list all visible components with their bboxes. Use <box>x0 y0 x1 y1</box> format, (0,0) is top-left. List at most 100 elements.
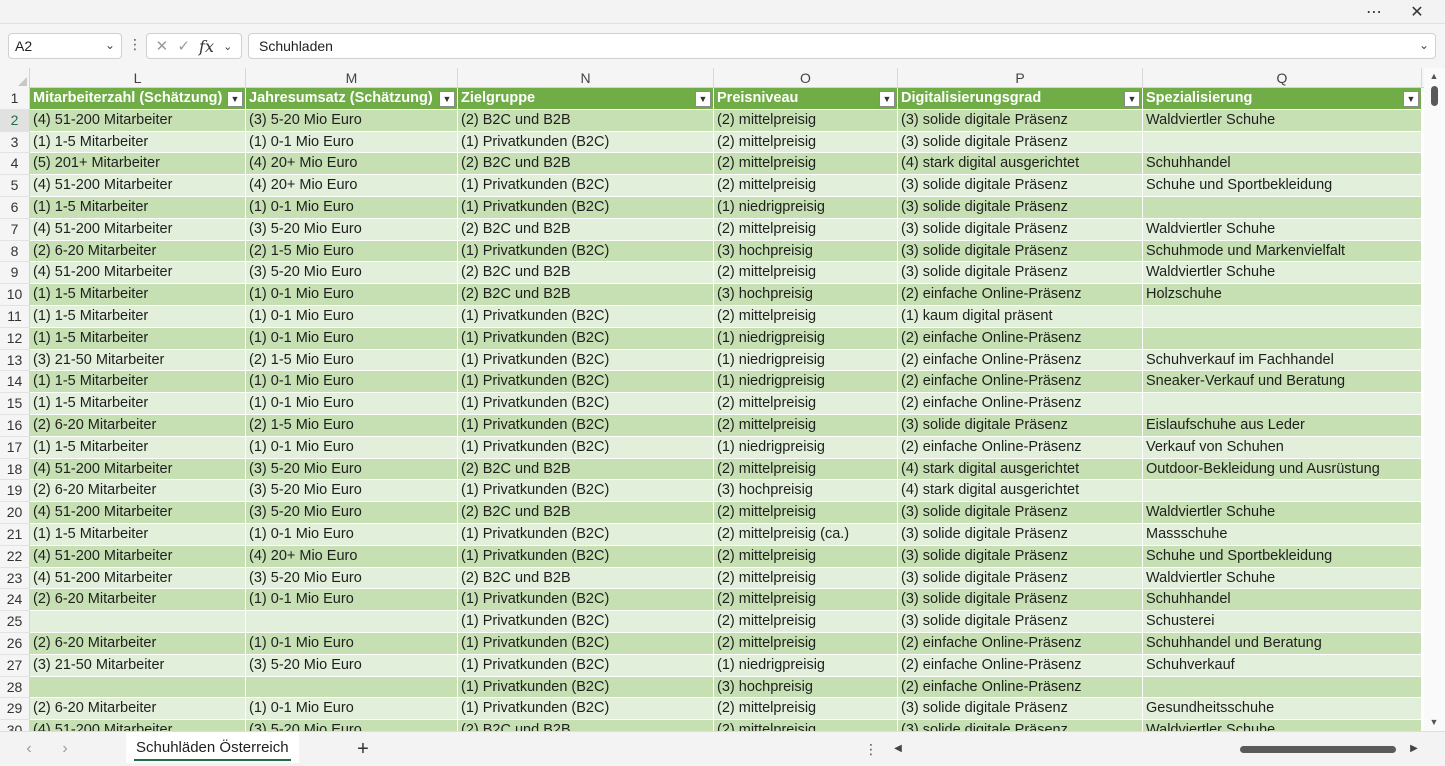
table-cell[interactable]: (1) 1-5 Mitarbeiter <box>30 523 246 546</box>
row-header[interactable]: 15 <box>0 393 30 415</box>
table-cell[interactable]: (1) Privatkunden (B2C) <box>458 327 714 350</box>
check-icon[interactable]: ✓ <box>177 37 190 55</box>
table-cell[interactable]: (1) Privatkunden (B2C) <box>458 196 714 219</box>
row-header[interactable]: 14 <box>0 371 30 394</box>
filter-dropdown-icon[interactable]: ▼ <box>227 91 243 107</box>
table-cell[interactable]: (1) 1-5 Mitarbeiter <box>30 327 246 350</box>
table-cell[interactable]: (2) einfache Online-Präsenz <box>898 654 1143 677</box>
sheet-tab-schuhlaeden-oesterreich[interactable]: Schuhläden Österreich <box>126 732 299 763</box>
table-cell[interactable]: (1) 0-1 Mio Euro <box>246 305 458 328</box>
scroll-down-icon[interactable]: ▼ <box>1428 716 1440 728</box>
filter-dropdown-icon[interactable]: ▼ <box>439 91 455 107</box>
table-cell[interactable]: (1) 0-1 Mio Euro <box>246 284 458 306</box>
table-cell[interactable]: (4) 20+ Mio Euro <box>246 153 458 176</box>
table-cell[interactable]: (2) mittelpreisig <box>714 175 898 197</box>
table-cell[interactable]: (2) B2C und B2B <box>458 720 714 731</box>
table-cell[interactable]: (2) einfache Online-Präsenz <box>898 676 1143 699</box>
table-cell[interactable]: (2) B2C und B2B <box>458 502 714 524</box>
table-cell[interactable]: (2) B2C und B2B <box>458 218 714 241</box>
table-cell[interactable]: (2) 1-5 Mio Euro <box>246 414 458 437</box>
table-cell[interactable]: (4) 51-200 Mitarbeiter <box>30 458 246 481</box>
table-cell[interactable]: (1) Privatkunden (B2C) <box>458 131 714 154</box>
chevron-down-icon[interactable]: ⌄ <box>223 40 232 53</box>
table-cell[interactable]: (3) 5-20 Mio Euro <box>246 218 458 241</box>
table-cell[interactable]: (2) einfache Online-Präsenz <box>898 371 1143 394</box>
table-cell[interactable]: (3) 21-50 Mitarbeiter <box>30 654 246 677</box>
table-cell[interactable]: (2) mittelpreisig <box>714 414 898 437</box>
table-cell[interactable]: (1) 0-1 Mio Euro <box>246 523 458 546</box>
chevron-down-icon[interactable]: ⌄ <box>105 38 115 52</box>
table-cell[interactable]: (4) stark digital ausgerichtet <box>898 458 1143 481</box>
table-cell[interactable] <box>1143 196 1422 219</box>
table-cell[interactable]: (2) mittelpreisig <box>714 458 898 481</box>
row-header[interactable]: 1 <box>0 88 30 110</box>
name-box[interactable]: A2 ⌄ <box>8 33 122 59</box>
table-cell[interactable]: (2) mittelpreisig <box>714 131 898 154</box>
more-vertical-icon[interactable]: ⋮ <box>864 741 878 759</box>
column-header-n[interactable]: N <box>458 68 714 88</box>
table-cell[interactable]: (4) 51-200 Mitarbeiter <box>30 720 246 731</box>
table-cell[interactable]: (3) solide digitale Präsenz <box>898 218 1143 241</box>
table-cell[interactable] <box>1143 131 1422 154</box>
table-cell[interactable]: (2) mittelpreisig <box>714 545 898 568</box>
table-cell[interactable]: (1) niedrigpreisig <box>714 327 898 350</box>
table-cell[interactable]: (3) solide digitale Präsenz <box>898 720 1143 731</box>
table-cell[interactable]: (4) 51-200 Mitarbeiter <box>30 262 246 285</box>
table-cell[interactable]: (1) 1-5 Mitarbeiter <box>30 131 246 154</box>
table-cell[interactable]: Schuhverkauf im Fachhandel <box>1143 349 1422 372</box>
table-cell[interactable]: (2) 6-20 Mitarbeiter <box>30 480 246 503</box>
more-horizontal-icon[interactable]: ⋯ <box>1360 0 1388 24</box>
table-cell[interactable]: (1) niedrigpreisig <box>714 436 898 459</box>
table-cell[interactable]: (2) B2C und B2B <box>458 153 714 176</box>
filter-dropdown-icon[interactable]: ▼ <box>1124 91 1140 107</box>
table-cell[interactable]: (4) 51-200 Mitarbeiter <box>30 502 246 524</box>
table-cell[interactable]: (2) B2C und B2B <box>458 109 714 132</box>
table-cell[interactable]: (2) mittelpreisig <box>714 720 898 731</box>
table-cell[interactable]: (1) Privatkunden (B2C) <box>458 175 714 197</box>
table-cell[interactable]: (1) Privatkunden (B2C) <box>458 545 714 568</box>
row-header[interactable]: 11 <box>0 305 30 328</box>
row-header[interactable]: 17 <box>0 436 30 459</box>
table-cell[interactable]: Holzschuhe <box>1143 284 1422 306</box>
table-cell[interactable]: (2) mittelpreisig <box>714 589 898 612</box>
row-header[interactable]: 20 <box>0 502 30 524</box>
table-cell[interactable]: (1) 0-1 Mio Euro <box>246 371 458 394</box>
row-header[interactable]: 23 <box>0 567 30 590</box>
table-cell[interactable]: (3) 5-20 Mio Euro <box>246 109 458 132</box>
table-cell[interactable]: (2) mittelpreisig (ca.) <box>714 523 898 546</box>
table-cell[interactable]: Waldviertler Schuhe <box>1143 218 1422 241</box>
table-cell[interactable]: (1) Privatkunden (B2C) <box>458 611 714 633</box>
table-header-cell[interactable]: Spezialisierung ▼ <box>1143 88 1422 110</box>
table-cell[interactable] <box>1143 327 1422 350</box>
table-cell[interactable]: (2) mittelpreisig <box>714 109 898 132</box>
table-cell[interactable]: (1) 0-1 Mio Euro <box>246 393 458 415</box>
row-header[interactable]: 2 <box>0 109 30 132</box>
table-cell[interactable]: (2) 6-20 Mitarbeiter <box>30 632 246 655</box>
table-cell[interactable]: (1) Privatkunden (B2C) <box>458 414 714 437</box>
cancel-icon[interactable]: ✕ <box>156 37 169 55</box>
table-cell[interactable]: (4) 20+ Mio Euro <box>246 175 458 197</box>
table-cell[interactable]: (2) mittelpreisig <box>714 305 898 328</box>
table-cell[interactable]: (1) kaum digital präsent <box>898 305 1143 328</box>
table-cell[interactable]: (2) 6-20 Mitarbeiter <box>30 240 246 263</box>
table-cell[interactable]: Sneaker-Verkauf und Beratung <box>1143 371 1422 394</box>
row-header[interactable]: 30 <box>0 720 30 731</box>
table-cell[interactable]: Schuhe und Sportbekleidung <box>1143 545 1422 568</box>
table-cell[interactable]: (3) 5-20 Mio Euro <box>246 458 458 481</box>
table-cell[interactable]: (2) 6-20 Mitarbeiter <box>30 589 246 612</box>
table-cell[interactable]: (1) Privatkunden (B2C) <box>458 523 714 546</box>
row-header[interactable]: 9 <box>0 262 30 285</box>
table-cell[interactable]: (2) mittelpreisig <box>714 153 898 176</box>
row-header[interactable]: 7 <box>0 218 30 241</box>
row-header[interactable]: 18 <box>0 458 30 481</box>
table-cell[interactable]: (1) Privatkunden (B2C) <box>458 436 714 459</box>
table-cell[interactable]: (3) hochpreisig <box>714 676 898 699</box>
table-cell[interactable]: (1) niedrigpreisig <box>714 349 898 372</box>
table-cell[interactable]: (2) einfache Online-Präsenz <box>898 632 1143 655</box>
table-cell[interactable]: (2) mittelpreisig <box>714 632 898 655</box>
column-header-q[interactable]: Q <box>1143 68 1422 88</box>
table-cell[interactable]: (3) 5-20 Mio Euro <box>246 720 458 731</box>
table-cell[interactable] <box>1143 480 1422 503</box>
table-cell[interactable]: (1) Privatkunden (B2C) <box>458 632 714 655</box>
row-header[interactable]: 28 <box>0 676 30 699</box>
